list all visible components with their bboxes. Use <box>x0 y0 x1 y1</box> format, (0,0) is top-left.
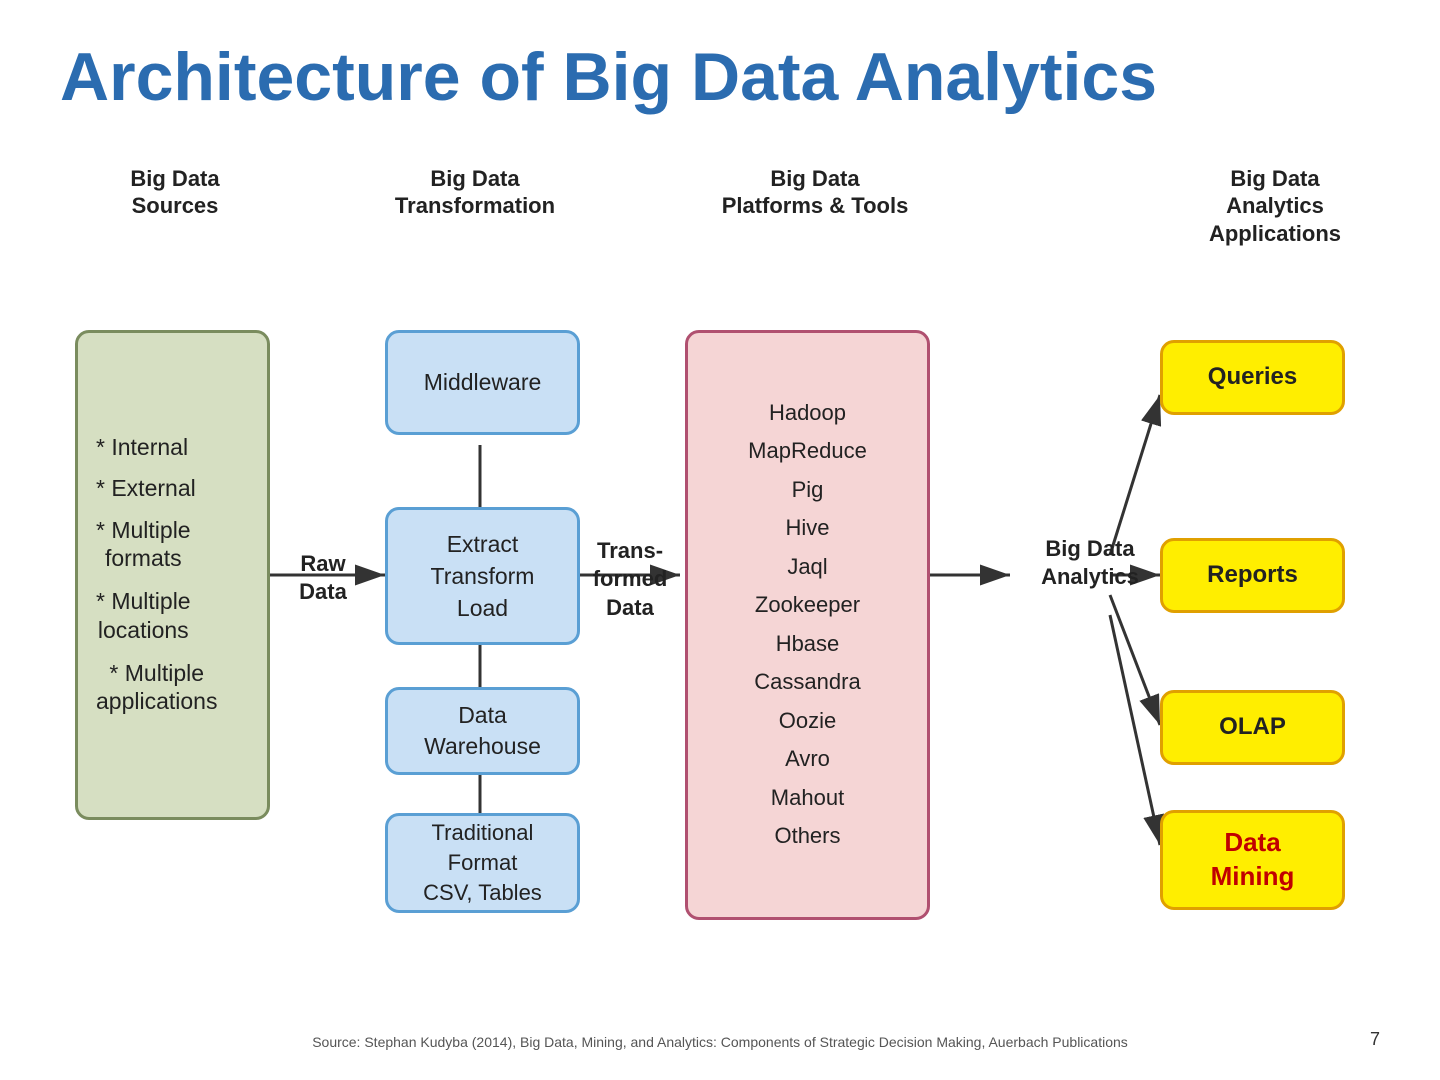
traditional-format-box: TraditionalFormatCSV, Tables <box>385 813 580 913</box>
olap-box: OLAP <box>1160 690 1345 765</box>
data-warehouse-box: DataWarehouse <box>385 687 580 775</box>
sources-header: Big DataSources <box>80 165 270 220</box>
diagram-area: Big DataSources Big Data Transformation … <box>60 165 1380 915</box>
source-item-internal: * Internal <box>96 434 188 461</box>
middleware-box: Middleware <box>385 330 580 435</box>
source-item-formats: * Multipleformats <box>96 516 191 574</box>
footnote: Source: Stephan Kudyba (2014), Big Data,… <box>60 1034 1380 1050</box>
etl-box: ExtractTransformLoad <box>385 507 580 645</box>
applications-header: Big DataAnalyticsApplications <box>1175 165 1375 248</box>
data-mining-box: DataMining <box>1160 810 1345 910</box>
slide: Architecture of Big Data Analytics <box>0 0 1440 1080</box>
source-item-applications: * Multipleapplications <box>96 659 217 717</box>
slide-title: Architecture of Big Data Analytics <box>60 40 1380 115</box>
transformation-header: Big Data Transformation <box>370 165 580 220</box>
platforms-box: HadoopMapReducePigHiveJaqlZookeeperHbase… <box>685 330 930 920</box>
sources-box: * Internal * External * Multipleformats … <box>75 330 270 820</box>
queries-box: Queries <box>1160 340 1345 415</box>
page-number: 7 <box>1370 1029 1380 1050</box>
source-item-locations: * Multiplelocations <box>96 587 191 645</box>
big-data-analytics-label: Big DataAnalytics <box>1010 535 1170 592</box>
reports-box: Reports <box>1160 538 1345 613</box>
transformed-data-label: Trans­formedData <box>580 537 680 623</box>
platforms-header: Big DataPlatforms & Tools <box>695 165 935 220</box>
source-item-external: * External <box>96 475 196 502</box>
raw-data-label: RawData <box>278 550 368 607</box>
